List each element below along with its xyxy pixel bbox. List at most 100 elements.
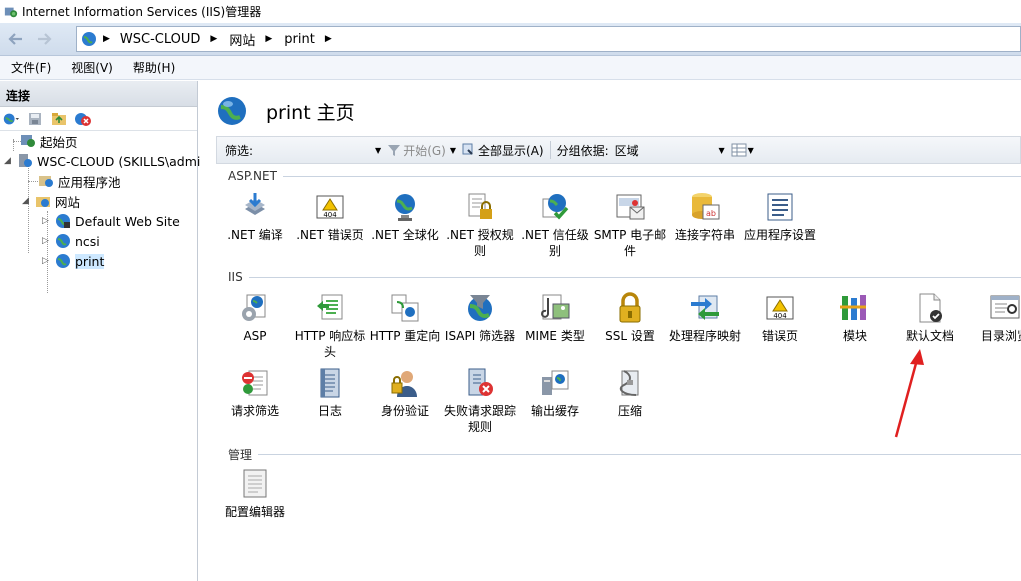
- section-iis: IIS: [228, 270, 1021, 284]
- feature-error-pages[interactable]: 404 错误页: [742, 292, 818, 344]
- connections-header: 连接: [0, 81, 197, 107]
- feature-net-trust-levels[interactable]: .NET 信任级别: [517, 191, 593, 259]
- tree-item-start-page[interactable]: 起始页: [20, 131, 78, 151]
- asp-icon: [239, 292, 271, 324]
- page-header: print 主页: [216, 91, 355, 131]
- site-globe-icon: [218, 97, 246, 125]
- app-pool-icon: [38, 173, 54, 189]
- breadcrumb-server[interactable]: WSC-CLOUD ▶: [120, 32, 225, 47]
- window-title: Internet Information Services (IIS)管理器: [22, 5, 262, 19]
- feature-connection-strings[interactable]: ab 连接字符串: [667, 191, 743, 243]
- show-all-icon: [462, 143, 473, 155]
- feature-request-filtering[interactable]: 请求筛选: [217, 367, 293, 419]
- menu-file[interactable]: 文件(F): [0, 59, 60, 76]
- funnel-icon: [388, 145, 401, 156]
- title-bar: Internet Information Services (IIS)管理器: [0, 0, 1021, 23]
- filter-label: 筛选:: [225, 143, 254, 158]
- dropdown-arrow-icon: ▼: [718, 145, 725, 155]
- start-page-icon: [20, 133, 36, 149]
- feature-directory-browsing[interactable]: 目录浏览: [967, 292, 1021, 344]
- tree-item-sites[interactable]: ◢ 网站: [22, 191, 80, 211]
- mail-icon: [614, 191, 646, 223]
- site-globe-icon: [55, 233, 71, 249]
- sites-folder-icon: [35, 193, 51, 209]
- menu-help[interactable]: 帮助(H): [122, 59, 184, 76]
- isapi-icon: [464, 292, 496, 324]
- expand-chevron-icon[interactable]: ◢: [4, 156, 14, 166]
- feature-net-globalization[interactable]: .NET 全球化: [367, 191, 443, 243]
- page-title: print 主页: [266, 101, 355, 124]
- collapse-chevron-icon[interactable]: ▷: [42, 216, 52, 226]
- feature-compression[interactable]: 压缩: [592, 367, 668, 419]
- menu-view[interactable]: 视图(V): [60, 59, 122, 76]
- feature-failed-request-tracing[interactable]: 失败请求跟踪规则: [442, 367, 518, 435]
- address-row: ▶ WSC-CLOUD ▶ 网站 ▶ print ▶: [0, 23, 1021, 56]
- forward-arrow-icon: [38, 33, 52, 45]
- group-by-select[interactable]: 区域 ▼: [615, 141, 725, 159]
- compress-icon: [614, 367, 646, 399]
- feature-http-response-headers[interactable]: HTTP 响应标头: [292, 292, 368, 360]
- disconnect-icon[interactable]: [74, 111, 92, 127]
- feature-configuration-editor[interactable]: 配置编辑器: [217, 468, 293, 520]
- tree-item-default-web-site[interactable]: ▷ Default Web Site: [42, 211, 180, 231]
- feature-net-authorization-rules[interactable]: .NET 授权规则: [442, 191, 518, 259]
- filter-input[interactable]: [255, 141, 375, 159]
- database-icon: ab: [689, 191, 721, 223]
- default-doc-icon: [914, 292, 946, 324]
- feature-app-settings[interactable]: 应用程序设置: [742, 191, 818, 243]
- log-icon: [314, 367, 346, 399]
- feature-isapi-filters[interactable]: ISAPI 筛选器: [442, 292, 518, 344]
- output-cache-icon: [539, 367, 571, 399]
- feature-authentication[interactable]: 身份验证: [367, 367, 443, 419]
- feature-net-error-pages[interactable]: 404 .NET 错误页: [292, 191, 368, 243]
- collapse-chevron-icon[interactable]: ▷: [42, 256, 52, 266]
- back-button[interactable]: [4, 27, 28, 51]
- up-folder-icon[interactable]: [50, 111, 68, 127]
- show-all-button[interactable]: 全部显示(A): [462, 142, 544, 159]
- padlock-icon: [614, 292, 646, 324]
- feature-modules[interactable]: 模块: [817, 292, 893, 344]
- config-editor-icon: [239, 468, 271, 500]
- feature-ssl-settings[interactable]: SSL 设置: [592, 292, 668, 344]
- save-icon[interactable]: [26, 111, 44, 127]
- feature-asp[interactable]: ASP: [217, 292, 293, 344]
- user-icon: [389, 367, 421, 399]
- feature-http-redirect[interactable]: HTTP 重定向: [367, 292, 443, 344]
- connect-globe-icon[interactable]: [2, 111, 20, 127]
- forward-button[interactable]: [32, 27, 56, 51]
- download-icon: [239, 191, 271, 223]
- feature-default-document[interactable]: 默认文档: [892, 292, 968, 344]
- feature-smtp-email[interactable]: SMTP 电子邮件: [592, 191, 668, 259]
- feature-handler-mappings[interactable]: 处理程序映射: [667, 292, 743, 344]
- dropdown-arrow-icon[interactable]: ▼: [450, 146, 456, 155]
- globe-check-icon: [539, 191, 571, 223]
- iis-app-icon: [4, 7, 18, 17]
- toolbar-separator: [549, 141, 551, 159]
- request-filter-icon: [239, 367, 271, 399]
- section-aspnet: ASP.NET: [228, 169, 1021, 183]
- tree-item-app-pools[interactable]: 应用程序池: [38, 171, 121, 191]
- tree-item-print[interactable]: ▷ print: [42, 251, 105, 271]
- feature-output-caching[interactable]: 输出缓存: [517, 367, 593, 419]
- warning-404-icon: 404: [764, 292, 796, 324]
- tree-item-server[interactable]: ◢ WSC-CLOUD (SKILLS\admi: [4, 151, 200, 171]
- breadcrumb-print[interactable]: print ▶: [284, 32, 339, 47]
- expand-chevron-icon[interactable]: ◢: [22, 196, 32, 206]
- handler-icon: [689, 292, 721, 324]
- view-mode-button[interactable]: ▼: [731, 143, 754, 157]
- dropdown-arrow-icon[interactable]: ▼: [375, 146, 381, 155]
- feature-logging[interactable]: 日志: [292, 367, 368, 419]
- site-globe-icon: [55, 213, 71, 229]
- feature-mime-types[interactable]: MIME 类型: [517, 292, 593, 344]
- address-bar[interactable]: ▶ WSC-CLOUD ▶ 网站 ▶ print ▶: [76, 26, 1021, 52]
- failed-request-icon: [464, 367, 496, 399]
- collapse-chevron-icon[interactable]: ▷: [42, 236, 52, 246]
- server-icon: [17, 153, 33, 169]
- breadcrumb-sites[interactable]: 网站 ▶: [229, 30, 280, 49]
- tree-item-ncsi[interactable]: ▷ ncsi: [42, 231, 100, 251]
- svg-text:ab: ab: [706, 209, 716, 218]
- start-filter-button[interactable]: 开始(G): [387, 142, 446, 159]
- redirect-icon: [389, 292, 421, 324]
- directory-browse-icon: [989, 292, 1021, 324]
- feature-net-compilation[interactable]: .NET 编译: [217, 191, 293, 243]
